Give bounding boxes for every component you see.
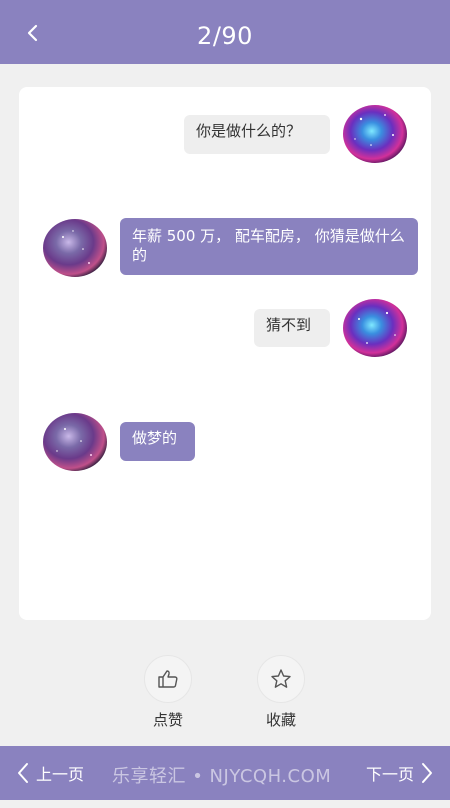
message-bubble: 年薪 500 万， 配车配房， 你猜是做什么的 (120, 218, 418, 275)
chevron-left-icon (18, 763, 28, 783)
message-bubble: 做梦的 (120, 422, 195, 461)
previous-page-button[interactable]: 上一页 (16, 746, 84, 800)
like-button[interactable]: 点赞 (138, 655, 198, 730)
avatar (43, 219, 107, 277)
message-bubble: 猜不到 (254, 309, 330, 347)
next-page-label: 下一页 (365, 765, 414, 784)
action-bar: 点赞 收藏 (0, 655, 450, 729)
star-icon (271, 669, 291, 688)
bottom-nav: 上一页 乐享轻汇 • NJYCQH.COM 下一页 (0, 746, 450, 800)
top-bar: 2/90 (0, 0, 450, 64)
previous-page-label: 上一页 (36, 765, 85, 784)
avatar (343, 105, 407, 163)
page-counter: 2/90 (197, 22, 253, 50)
thumbs-up-icon (158, 670, 178, 688)
watermark: 乐享轻汇 • NJYCQH.COM (112, 766, 332, 787)
favorite-button[interactable]: 收藏 (251, 655, 311, 730)
chevron-right-icon (422, 763, 432, 783)
favorite-label: 收藏 (265, 711, 296, 729)
next-page-button[interactable]: 下一页 (366, 746, 434, 800)
like-icon-circle (144, 655, 192, 703)
avatar (43, 413, 107, 471)
avatar (343, 299, 407, 357)
like-label: 点赞 (152, 711, 183, 729)
conversation-card: 你是做什么的？ 年薪 500 万， 配车配房， 你猜是做什么的 猜不到 做梦的 (19, 87, 431, 620)
favorite-icon-circle (257, 655, 305, 703)
message-bubble: 你是做什么的？ (184, 115, 330, 154)
